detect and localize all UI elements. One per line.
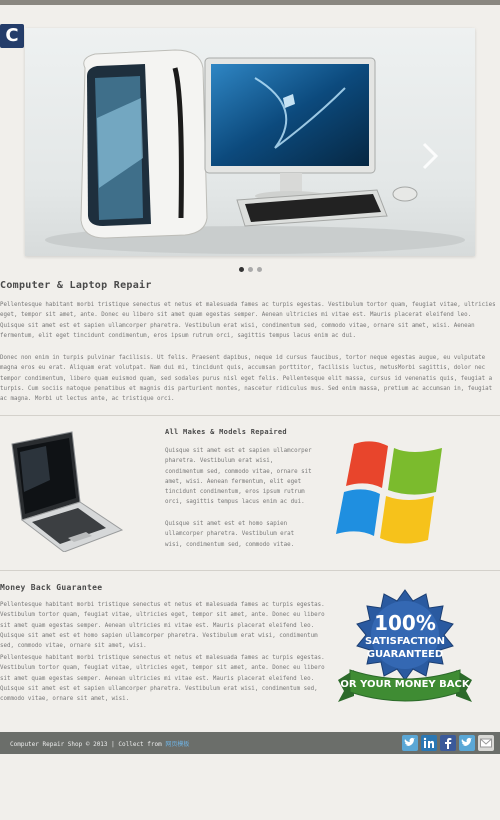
divider [0,415,500,416]
social-icons [402,735,494,751]
footer-link[interactable]: 网页模板 [165,741,189,748]
section-heading-makes: All Makes & Models Repaired [165,428,287,436]
site-logo[interactable]: C [0,24,24,48]
footer-copyright: Computer Repair Shop © 2013 | Collect fr… [10,741,166,748]
footer: Computer Repair Shop © 2013 | Collect fr… [0,732,500,754]
section-heading-repair: Computer & Laptop Repair [0,280,152,291]
makes-paragraph-1: Quisque sit amet est et sapien ullamcorp… [165,448,312,506]
hero-slider[interactable] [25,28,475,256]
seal-satisfaction: SATISFACTION [365,636,445,647]
repair-paragraph-1: Pellentesque habitant morbi tristique se… [0,302,496,339]
slider-dots [239,267,262,272]
money-paragraph-2: Pellentesque habitant morbi tristique se… [0,655,325,703]
facebook-icon[interactable] [440,735,456,751]
hero-image [45,49,465,254]
footer-text: Computer Repair Shop © 2013 | Collect fr… [10,739,189,748]
seal-ribbon-text: OR YOUR MONEY BACK [340,679,470,690]
repair-paragraph-2: Donec non enim in turpis pulvinar facili… [0,355,493,403]
divider [0,570,500,571]
twitter-icon[interactable] [459,735,475,751]
laptop-image [11,431,124,552]
seal-percent: 100% [374,611,436,635]
slider-dot-2[interactable] [248,267,253,272]
top-strip [0,0,500,5]
slider-dot-3[interactable] [257,267,262,272]
mail-icon[interactable] [478,735,494,751]
makes-paragraph-2: Quisque sit amet est et homo sapien ulla… [165,521,295,548]
money-back-seal-image: 100% SATISFACTION GUARANTEED OR YOUR MON… [338,589,472,702]
slider-next-arrow-icon[interactable] [421,141,439,171]
money-paragraph-1: Pellentesque habitant morbi tristique se… [0,602,325,650]
slider-dot-1[interactable] [239,267,244,272]
section-heading-money-back: Money Back Guarantee [0,583,103,592]
linkedin-icon[interactable] [421,735,437,751]
seal-guaranteed: GUARANTEED [367,649,443,660]
windows-logo-image [336,441,442,544]
twitter-icon[interactable] [402,735,418,751]
